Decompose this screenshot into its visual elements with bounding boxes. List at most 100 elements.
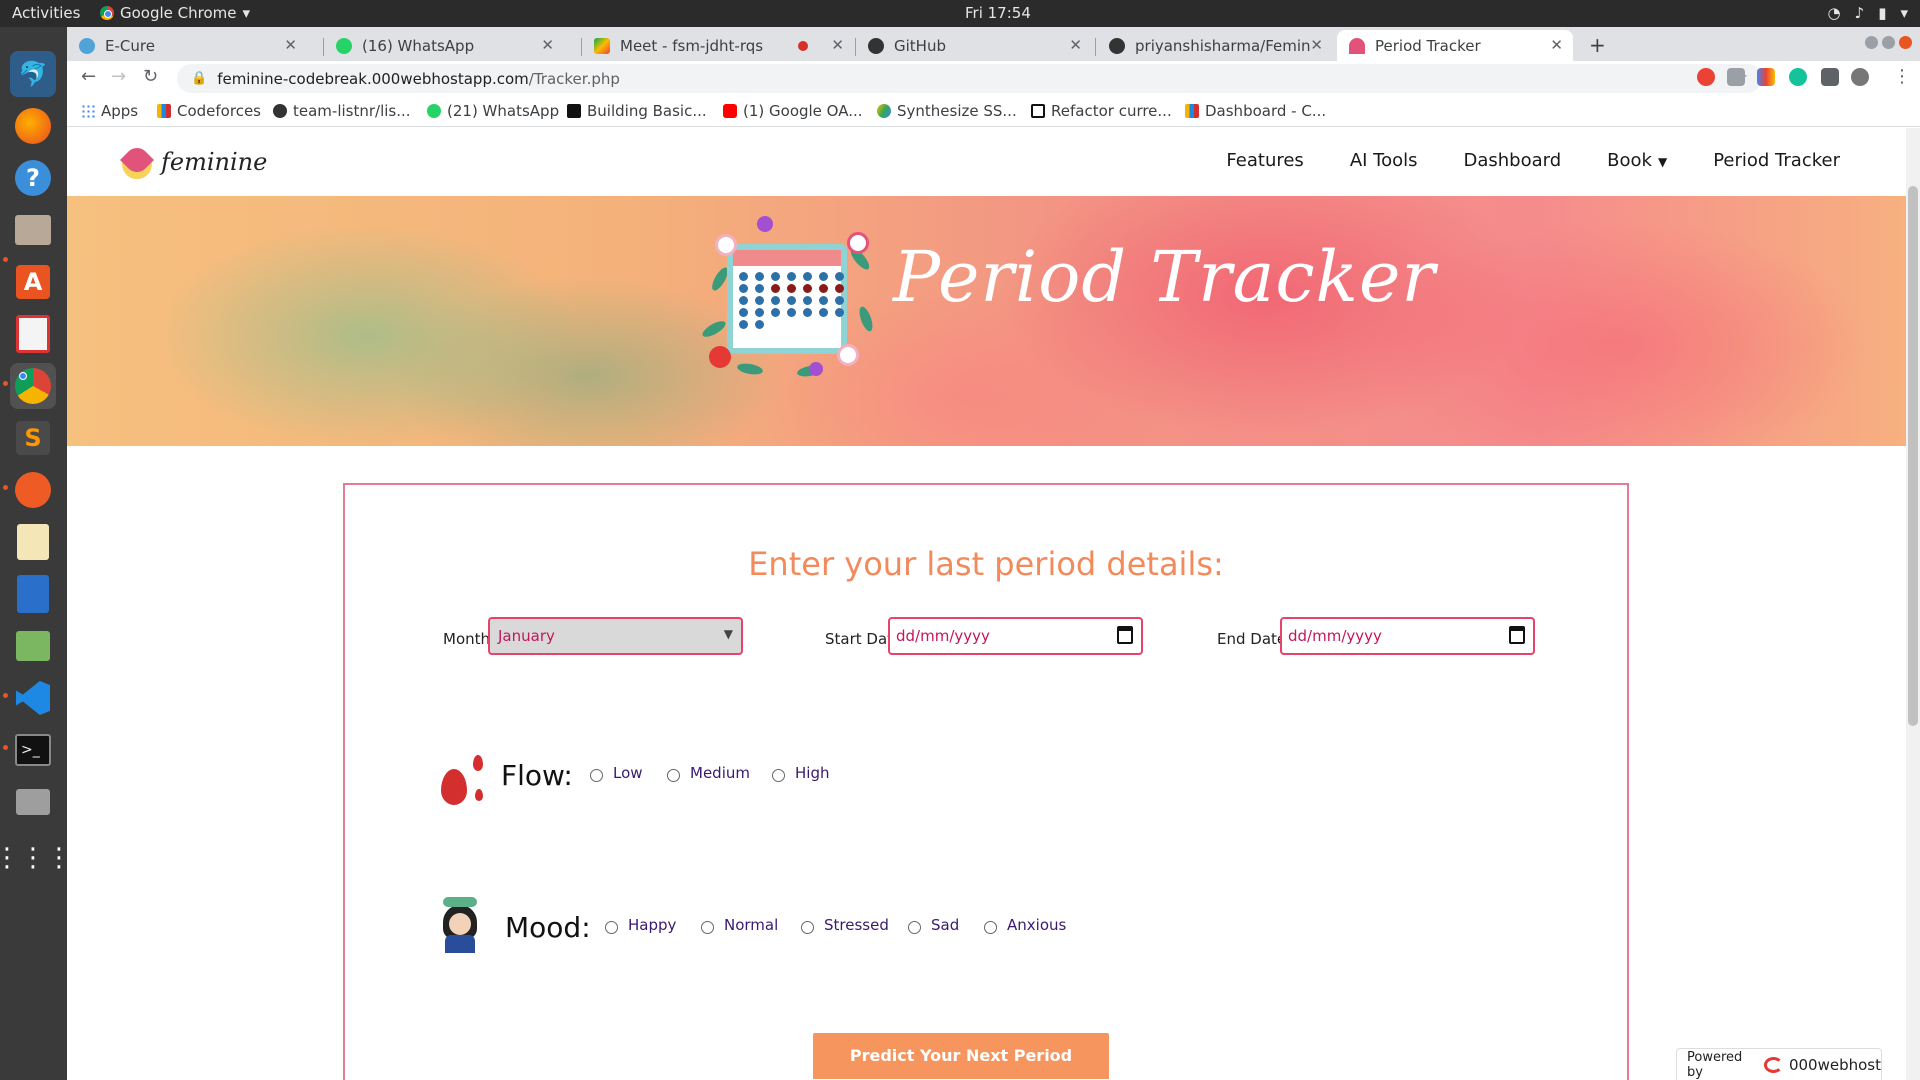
mood-option-normal[interactable]: Normal xyxy=(701,915,778,934)
mysql-workbench-icon[interactable]: 🐬 xyxy=(10,51,56,97)
running-indicator xyxy=(3,381,8,386)
new-tab-button[interactable]: + xyxy=(1589,33,1606,57)
radio-button[interactable] xyxy=(908,921,921,934)
bookmark-google-oa[interactable]: (1) Google OA... xyxy=(723,102,863,120)
profile-avatar[interactable] xyxy=(1851,68,1869,86)
app-menu[interactable]: Google Chrome ▾ xyxy=(100,4,250,22)
text-editor-icon[interactable] xyxy=(10,519,56,565)
flow-option-high[interactable]: High xyxy=(772,763,829,782)
tab-github[interactable]: GitHub ✕ xyxy=(856,30,1092,61)
bookmark-dashboard[interactable]: Dashboard - C... xyxy=(1185,102,1326,120)
files-icon[interactable] xyxy=(10,207,56,253)
radio-button[interactable] xyxy=(772,769,785,782)
software-center-icon[interactable]: A xyxy=(10,259,56,305)
tab-e-cure[interactable]: E-Cure ✕ xyxy=(67,30,307,61)
site-logo[interactable]: feminine xyxy=(115,140,267,184)
extension-icon[interactable] xyxy=(1697,68,1715,86)
nav-ai-tools[interactable]: AI Tools xyxy=(1350,150,1418,171)
radio-label: Sad xyxy=(931,915,960,934)
close-window-button[interactable] xyxy=(1899,36,1912,49)
extension-icon[interactable] xyxy=(1757,68,1775,86)
firefox-icon[interactable] xyxy=(10,103,56,149)
radio-button[interactable] xyxy=(667,769,680,782)
forward-button[interactable]: → xyxy=(111,66,126,87)
radio-button[interactable] xyxy=(590,769,603,782)
document-viewer-icon[interactable] xyxy=(10,311,56,357)
back-button[interactable]: ← xyxy=(81,66,96,87)
bookmark-team-listnr[interactable]: team-listnr/lis... xyxy=(273,102,411,120)
close-icon[interactable]: ✕ xyxy=(1550,36,1563,54)
system-tray[interactable]: ◔ ♪ ▮ ▾ xyxy=(1828,4,1908,22)
start-date-placeholder: dd/mm/yyyy xyxy=(896,627,990,645)
printer-icon[interactable] xyxy=(10,779,56,825)
postman-icon[interactable] xyxy=(10,467,56,513)
month-selected-value: January xyxy=(498,627,555,645)
close-icon[interactable]: ✕ xyxy=(831,36,844,54)
page-scrollbar[interactable] xyxy=(1906,128,1920,1080)
tab-meet[interactable]: Meet - fsm-jdht-rqs ✕ xyxy=(582,30,854,61)
bookmark-building-basic[interactable]: Building Basic... xyxy=(567,102,707,120)
writer-icon[interactable] xyxy=(10,571,56,617)
predict-button[interactable]: Predict Your Next Period xyxy=(813,1033,1109,1079)
extension-icon[interactable] xyxy=(1727,68,1745,86)
calendar-icon[interactable] xyxy=(1117,626,1133,644)
nav-dashboard[interactable]: Dashboard xyxy=(1464,150,1562,171)
sublime-text-icon[interactable]: S xyxy=(10,415,56,461)
clock[interactable]: Fri 17:54 xyxy=(965,4,1031,22)
radio-button[interactable] xyxy=(984,921,997,934)
vscode-icon[interactable] xyxy=(10,675,56,721)
close-icon[interactable]: ✕ xyxy=(541,36,554,54)
dock: 🐬 ? A S >_ ⋮⋮⋮ xyxy=(0,27,72,1080)
radio-button[interactable] xyxy=(801,921,814,934)
address-bar[interactable]: 🔒 feminine-codebreak.000webhostapp.com/T… xyxy=(177,64,1762,93)
close-icon[interactable]: ✕ xyxy=(284,36,297,54)
reload-button[interactable]: ↻ xyxy=(143,66,158,87)
close-icon[interactable]: ✕ xyxy=(1310,36,1323,54)
flow-option-low[interactable]: Low xyxy=(590,763,643,782)
blood-drop-icon xyxy=(439,755,489,811)
maximize-button[interactable] xyxy=(1882,36,1895,49)
tab-feminine-repo[interactable]: priyanshisharma/Feminin ✕ xyxy=(1097,30,1333,61)
tab-period-tracker[interactable]: Period Tracker ✕ xyxy=(1337,30,1573,61)
bookmark-label: Dashboard - C... xyxy=(1205,102,1327,120)
nav-features[interactable]: Features xyxy=(1226,150,1303,171)
minimize-button[interactable] xyxy=(1865,36,1878,49)
bookmark-label: Refactor curre... xyxy=(1051,102,1172,120)
running-indicator xyxy=(3,485,8,490)
bookmark-synthesize[interactable]: Synthesize SS... xyxy=(877,102,1017,120)
bookmark-label: Building Basic... xyxy=(587,102,707,120)
mood-option-stressed[interactable]: Stressed xyxy=(801,915,889,934)
show-applications-icon[interactable]: ⋮⋮⋮ xyxy=(0,835,72,881)
help-icon[interactable]: ? xyxy=(10,155,56,201)
nav-book-dropdown[interactable]: Book ▼ xyxy=(1607,150,1667,171)
menu-kebab-icon[interactable]: ⋮ xyxy=(1893,66,1911,87)
chrome-icon[interactable] xyxy=(10,363,56,409)
end-date-input[interactable]: dd/mm/yyyy xyxy=(1280,617,1535,655)
radio-button[interactable] xyxy=(605,921,618,934)
tab-whatsapp[interactable]: (16) WhatsApp ✕ xyxy=(324,30,564,61)
terminal-icon[interactable]: >_ xyxy=(10,727,56,773)
nav-period-tracker[interactable]: Period Tracker xyxy=(1713,150,1840,171)
activities-button[interactable]: Activities xyxy=(12,4,80,22)
running-indicator xyxy=(3,693,8,698)
mood-option-anxious[interactable]: Anxious xyxy=(984,915,1066,934)
bookmark-refactor[interactable]: Refactor curre... xyxy=(1031,102,1172,120)
end-date-label: End Date xyxy=(1217,630,1287,648)
whatsapp-icon xyxy=(336,37,352,54)
extensions-puzzle-icon[interactable] xyxy=(1821,68,1839,86)
radio-button[interactable] xyxy=(701,921,714,934)
bookmark-codeforces[interactable]: Codeforces xyxy=(157,102,261,120)
image-viewer-icon[interactable] xyxy=(10,623,56,669)
close-icon[interactable]: ✕ xyxy=(1069,36,1082,54)
start-date-input[interactable]: dd/mm/yyyy xyxy=(888,617,1143,655)
bookmark-apps[interactable]: Apps xyxy=(81,102,138,120)
scrollbar-thumb[interactable] xyxy=(1908,186,1918,726)
mood-option-happy[interactable]: Happy xyxy=(605,915,676,934)
flow-option-medium[interactable]: Medium xyxy=(667,763,750,782)
bookmark-whatsapp[interactable]: (21) WhatsApp xyxy=(427,102,559,120)
grammarly-icon[interactable] xyxy=(1789,68,1807,86)
calendar-icon[interactable] xyxy=(1509,626,1525,644)
mood-option-sad[interactable]: Sad xyxy=(908,915,959,934)
powered-by-badge[interactable]: Powered by 000webhost xyxy=(1676,1048,1882,1080)
month-select[interactable]: January ▼ xyxy=(488,617,743,655)
